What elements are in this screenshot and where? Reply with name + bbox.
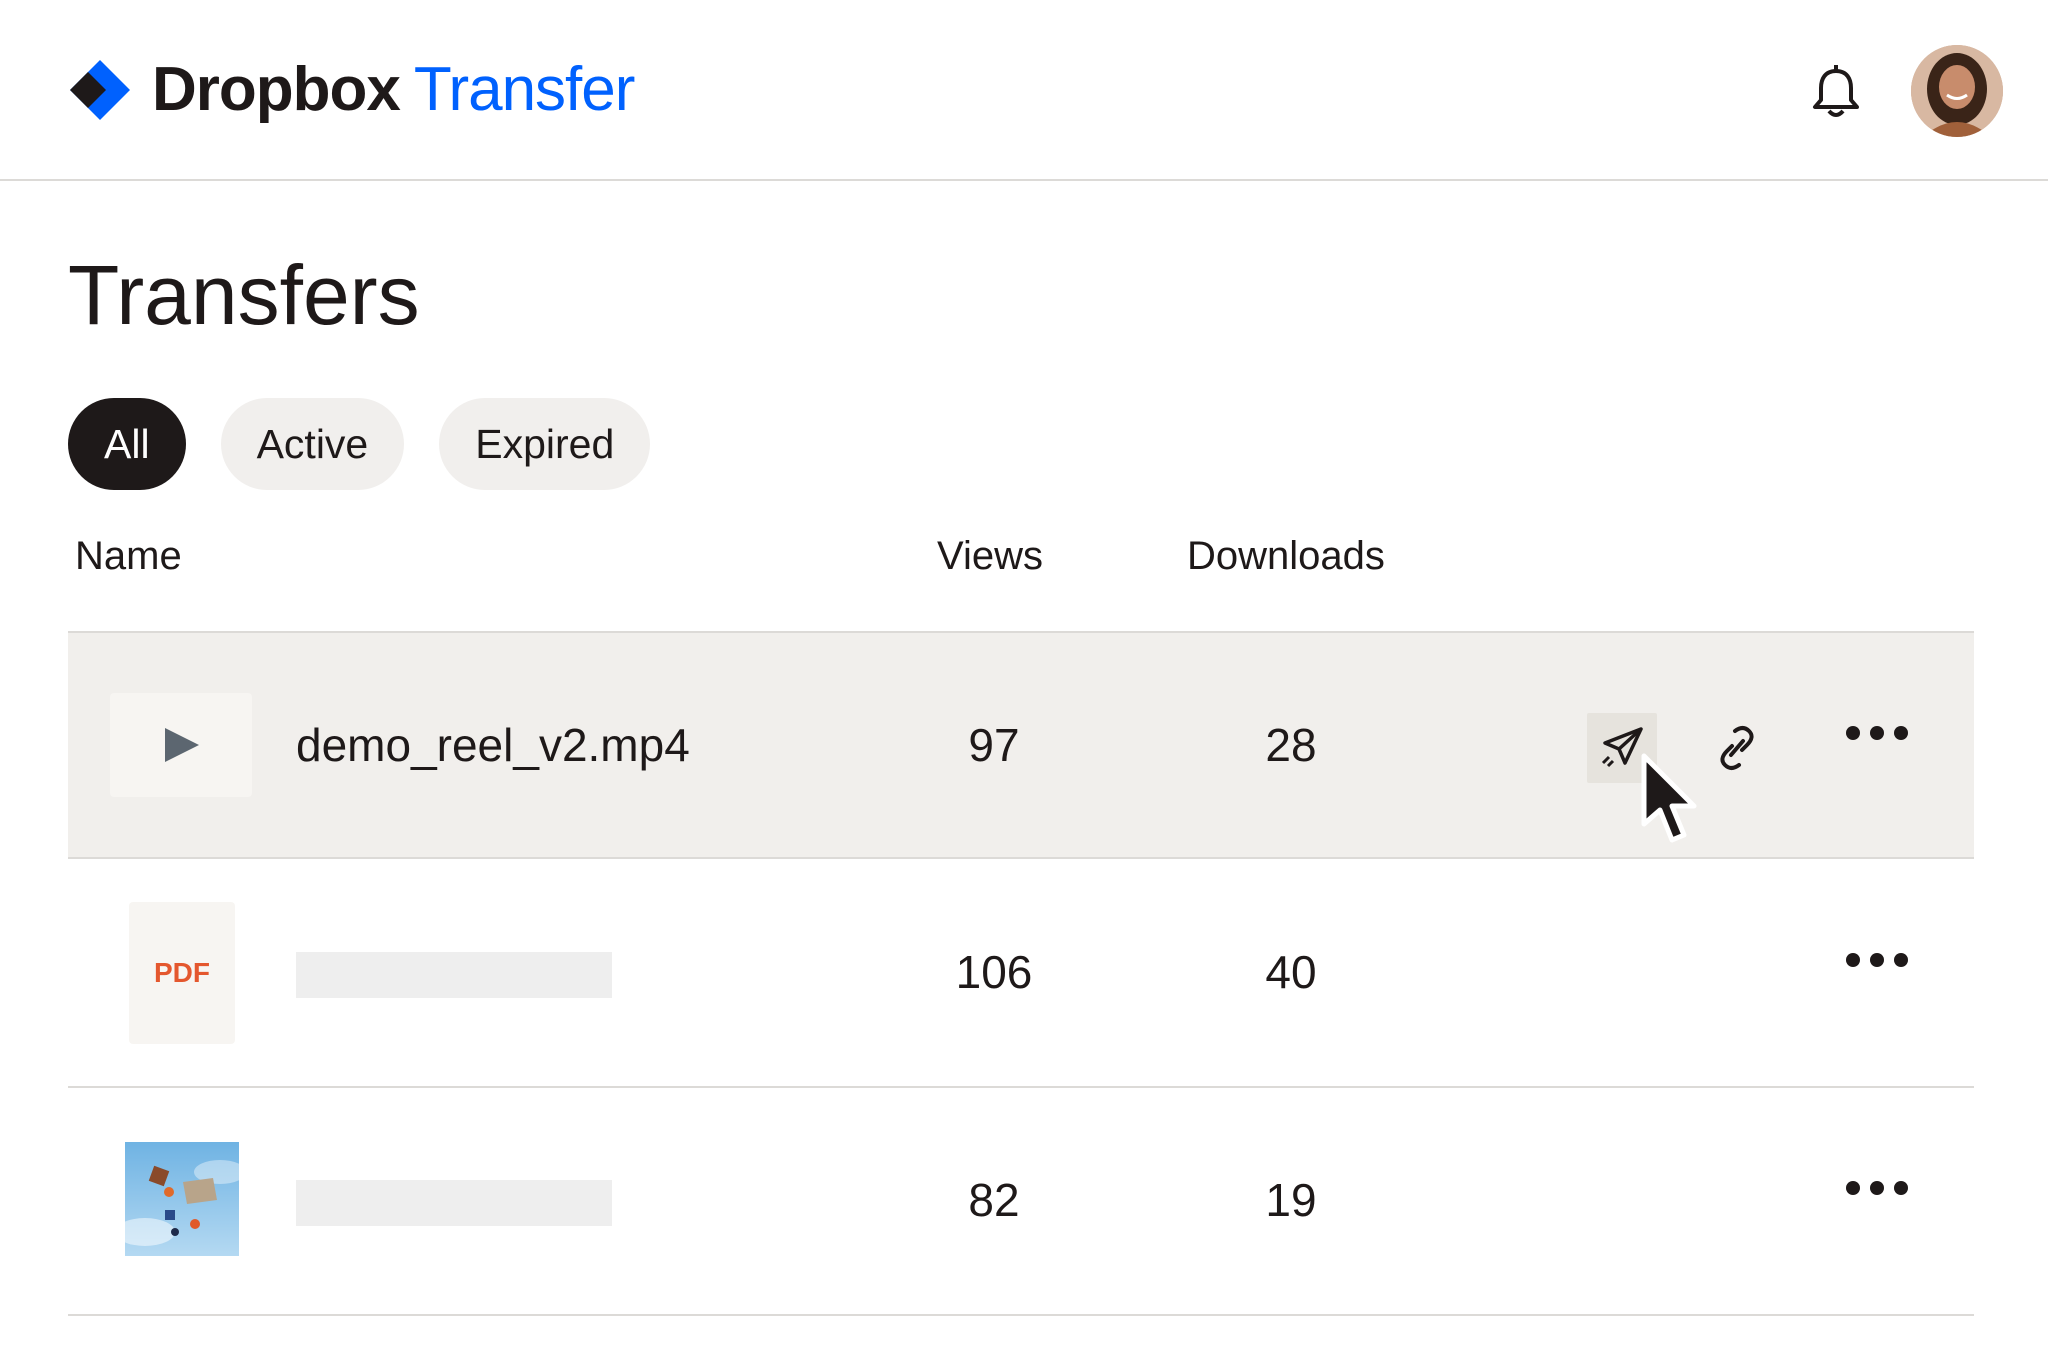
column-header-name[interactable]: Name <box>75 530 182 582</box>
column-header-downloads[interactable]: Downloads <box>1187 530 1385 582</box>
dropbox-logo-icon <box>70 60 130 120</box>
send-button[interactable] <box>1587 713 1657 783</box>
filter-all[interactable]: All <box>68 398 186 490</box>
more-icon-dot <box>1846 953 1860 967</box>
table-row[interactable]: 82 19 <box>68 1088 1974 1316</box>
link-icon <box>1720 726 1754 770</box>
logo-transfer-text: Transfer <box>413 55 636 124</box>
file-name[interactable]: demo_reel_v2.mp4 <box>296 715 690 775</box>
more-icon-dot <box>1870 1181 1884 1195</box>
avatar[interactable] <box>1911 45 2003 137</box>
filter-active[interactable]: Active <box>220 398 405 490</box>
file-name-placeholder <box>296 1180 612 1226</box>
avatar-photo <box>1911 45 2003 137</box>
image-thumbnail <box>125 1142 239 1256</box>
dropbox-transfer-logo[interactable]: Dropbox Transfer <box>68 55 636 124</box>
more-icon-dot <box>1846 726 1860 740</box>
bell-icon <box>1813 65 1859 117</box>
play-icon <box>165 728 199 762</box>
logo-dropbox-text: Dropbox <box>152 55 401 124</box>
copy-link-button[interactable] <box>1704 715 1770 781</box>
more-icon-dot <box>1846 1181 1860 1195</box>
more-icon-dot <box>1870 953 1884 967</box>
views-count: 82 <box>968 1174 1020 1226</box>
column-header-views[interactable]: Views <box>937 530 1043 582</box>
more-icon-dot <box>1894 953 1908 967</box>
views-count: 97 <box>968 719 1020 771</box>
more-icon-dot <box>1894 726 1908 740</box>
downloads-count: 40 <box>1265 946 1317 998</box>
filter-expired[interactable]: Expired <box>439 398 651 490</box>
logo-wordmark: Dropbox Transfer <box>152 55 636 124</box>
views-count: 106 <box>955 946 1033 998</box>
more-icon-dot <box>1870 726 1884 740</box>
send-icon <box>1601 727 1643 768</box>
top-bar: Dropbox Transfer <box>0 0 2048 181</box>
table-row[interactable]: PDF 106 40 <box>68 860 1974 1088</box>
more-options-button[interactable] <box>1846 940 1908 980</box>
downloads-count: 19 <box>1265 1174 1317 1226</box>
pdf-thumbnail: PDF <box>129 902 235 1044</box>
more-options-button[interactable] <box>1846 713 1908 753</box>
table-row[interactable]: demo_reel_v2.mp4 97 28 <box>68 631 1974 859</box>
more-options-button[interactable] <box>1846 1168 1908 1208</box>
page-title: Transfers <box>68 248 420 342</box>
filter-chips: All Active Expired <box>68 398 651 490</box>
file-name-placeholder <box>296 952 612 998</box>
notifications-button[interactable] <box>1806 62 1866 122</box>
image-preview <box>125 1142 239 1256</box>
downloads-count: 28 <box>1265 719 1317 771</box>
more-icon-dot <box>1894 1181 1908 1195</box>
video-thumbnail <box>110 693 252 797</box>
